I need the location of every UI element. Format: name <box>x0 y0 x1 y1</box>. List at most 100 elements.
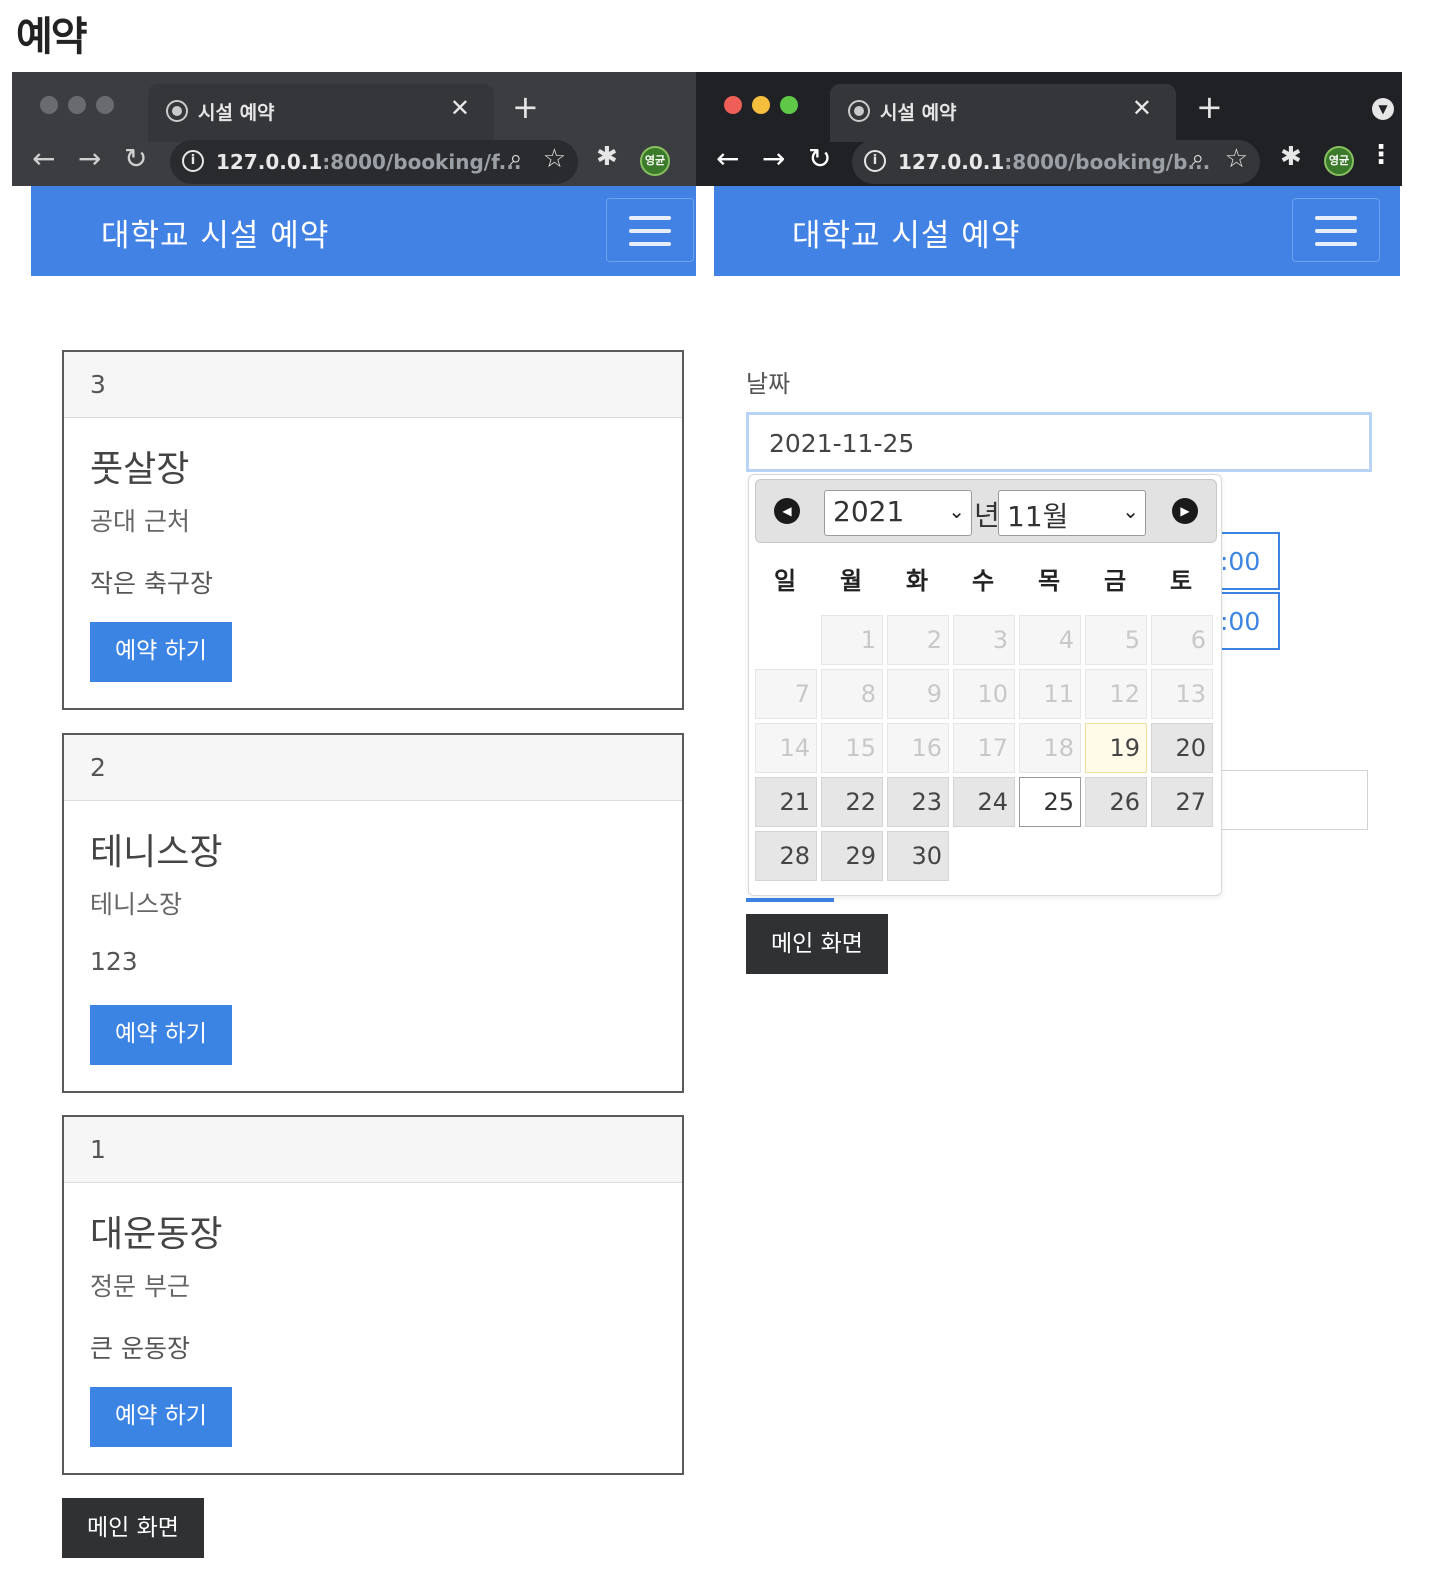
calendar-day: 11 <box>1019 669 1081 719</box>
reload-icon[interactable]: ↻ <box>124 142 147 175</box>
weekday-label: 화 <box>905 567 929 595</box>
calendar-day[interactable]: 23 <box>887 777 949 827</box>
url-text: 127.0.0.1:8000/booking/f... <box>216 150 522 174</box>
next-month-icon[interactable]: ▶ <box>1172 498 1198 524</box>
text-field[interactable] <box>1216 770 1368 830</box>
datepicker-header: ◀ 2021 ⌄ 년 11월 ⌄ ▶ <box>755 479 1217 543</box>
brand[interactable]: 대학교 시설 예약 <box>101 210 329 255</box>
prev-month-icon[interactable]: ◀ <box>774 498 800 524</box>
arrow-right-icon[interactable]: → <box>762 142 785 175</box>
submit-button-edge[interactable] <box>746 898 834 902</box>
year-suffix: 년 <box>974 499 1000 532</box>
book-button[interactable]: 예약 하기 <box>90 622 232 682</box>
page-title: 예약 <box>16 14 88 60</box>
puzzle-icon[interactable]: ✱ <box>1280 142 1302 172</box>
year-select[interactable]: 2021 ⌄ <box>824 490 972 536</box>
calendar-day[interactable]: 26 <box>1085 777 1147 827</box>
globe-icon <box>166 100 188 122</box>
card-subtitle: 테니스장 <box>90 890 183 919</box>
puzzle-icon[interactable]: ✱ <box>596 142 618 172</box>
maximize-window-button[interactable] <box>96 96 114 114</box>
browser-toolbar: ← → ↻ i 127.0.0.1:8000/booking/b... ⌕ ☆ … <box>696 138 1402 186</box>
url-text: 127.0.0.1:8000/booking/b... <box>898 150 1211 174</box>
browser-tab[interactable]: 시설 예약 ✕ <box>148 84 494 142</box>
calendar-day[interactable]: 30 <box>887 831 949 881</box>
calendar-day[interactable]: 24 <box>953 777 1015 827</box>
time-slot-button[interactable]: :00 <box>1216 532 1280 590</box>
maximize-window-button[interactable] <box>780 96 798 114</box>
window-controls <box>40 96 114 114</box>
arrow-left-icon[interactable]: ← <box>716 142 739 175</box>
info-icon[interactable]: i <box>182 150 204 172</box>
card-title: 대운동장 <box>90 1214 223 1255</box>
brand[interactable]: 대학교 시설 예약 <box>792 210 1020 255</box>
card-subtitle: 공대 근처 <box>90 507 190 536</box>
weekday-label: 일 <box>773 567 797 595</box>
info-icon[interactable]: i <box>864 150 886 172</box>
close-window-button[interactable] <box>724 96 742 114</box>
close-window-button[interactable] <box>40 96 58 114</box>
facility-card: 2 테니스장 테니스장 123 예약 하기 <box>62 733 684 1093</box>
tab-title: 시설 예약 <box>880 102 957 124</box>
star-icon[interactable]: ☆ <box>543 144 566 174</box>
book-button[interactable]: 예약 하기 <box>90 1005 232 1065</box>
date-label: 날짜 <box>746 370 791 398</box>
navbar: 대학교 시설 예약 <box>714 186 1400 276</box>
zoom-icon[interactable]: ⌕ <box>1192 146 1204 171</box>
new-tab-icon[interactable]: + <box>1196 88 1223 126</box>
hamburger-icon[interactable] <box>1292 198 1380 262</box>
card-text: 123 <box>90 947 138 976</box>
browser-chrome: 시설 예약 ✕ + ← → ↻ i 127.0.0.1:8000/booking… <box>12 72 696 186</box>
calendar-day: 13 <box>1151 669 1213 719</box>
calendar-day[interactable]: 25 <box>1019 777 1081 827</box>
avatar[interactable]: 영균 <box>640 146 670 176</box>
address-bar[interactable]: i 127.0.0.1:8000/booking/b... ⌕ ☆ <box>852 140 1260 184</box>
new-tab-icon[interactable]: + <box>512 88 539 126</box>
hamburger-icon[interactable] <box>606 198 694 262</box>
main-page-button[interactable]: 메인 화면 <box>62 1498 204 1558</box>
avatar[interactable]: 영균 <box>1324 146 1354 176</box>
calendar-day: 1 <box>821 615 883 665</box>
calendar-day[interactable]: 20 <box>1151 723 1213 773</box>
more-menu-icon[interactable]: ⋮ <box>1368 140 1394 170</box>
window-controls <box>724 96 798 114</box>
calendar-day[interactable]: 22 <box>821 777 883 827</box>
tab-search-icon[interactable]: ▼ <box>1372 98 1394 120</box>
close-tab-icon[interactable]: ✕ <box>450 94 470 122</box>
card-title: 풋살장 <box>90 449 190 490</box>
month-select[interactable]: 11월 ⌄ <box>998 490 1146 536</box>
date-input[interactable]: 2021-11-25 <box>746 412 1372 472</box>
reload-icon[interactable]: ↻ <box>808 142 831 175</box>
calendar-day: 3 <box>953 615 1015 665</box>
navbar: 대학교 시설 예약 <box>31 186 696 276</box>
calendar-day: 10 <box>953 669 1015 719</box>
card-text: 작은 축구장 <box>90 569 213 598</box>
calendar-day[interactable]: 19 <box>1085 723 1147 773</box>
calendar-day[interactable]: 27 <box>1151 777 1213 827</box>
arrow-right-icon[interactable]: → <box>78 142 101 175</box>
calendar-day[interactable]: 28 <box>755 831 817 881</box>
card-header: 2 <box>64 735 682 801</box>
card-header: 3 <box>64 352 682 418</box>
arrow-left-icon[interactable]: ← <box>32 142 55 175</box>
star-icon[interactable]: ☆ <box>1225 144 1248 174</box>
main-page-button[interactable]: 메인 화면 <box>746 914 888 974</box>
minimize-window-button[interactable] <box>68 96 86 114</box>
book-button[interactable]: 예약 하기 <box>90 1387 232 1447</box>
calendar-day: 17 <box>953 723 1015 773</box>
datepicker: ◀ 2021 ⌄ 년 11월 ⌄ ▶ 일월화수목금토 1 2 3 4 5 6 7 8 9 10 11 12… <box>748 474 1222 896</box>
zoom-icon[interactable]: ⌕ <box>510 146 522 171</box>
facility-card: 3 풋살장 공대 근처 작은 축구장 예약 하기 <box>62 350 684 710</box>
globe-icon <box>848 100 870 122</box>
weekday-label: 토 <box>1169 567 1193 595</box>
calendar-day: 2 <box>887 615 949 665</box>
browser-tab[interactable]: 시설 예약 ✕ <box>830 84 1176 142</box>
calendar-day[interactable]: 21 <box>755 777 817 827</box>
address-bar[interactable]: i 127.0.0.1:8000/booking/f... ⌕ ☆ <box>170 140 578 184</box>
card-title: 테니스장 <box>90 832 223 873</box>
calendar-day[interactable]: 29 <box>821 831 883 881</box>
close-tab-icon[interactable]: ✕ <box>1132 94 1152 122</box>
time-slot-button[interactable]: :00 <box>1216 592 1280 650</box>
browser-window-right: 시설 예약 ✕ + ▼ ← → ↻ i 127.0.0.1:8000/booki… <box>696 72 1402 1596</box>
minimize-window-button[interactable] <box>752 96 770 114</box>
